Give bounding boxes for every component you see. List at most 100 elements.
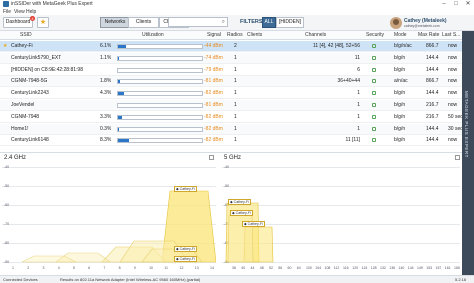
menu-bar: File View Help	[0, 8, 474, 15]
radios-cell: 1	[234, 113, 237, 120]
favorite-star-icon[interactable]: ★	[3, 41, 7, 51]
mode-cell: b/g/n	[394, 102, 406, 108]
ssid-cell: CenturyLink5790_EXT	[11, 54, 62, 61]
col-signal[interactable]: Signal	[207, 31, 221, 40]
utilization-text: 1.1%	[100, 54, 112, 61]
network-tag[interactable]: ◆ Cathey-Fi	[174, 256, 197, 262]
table-row[interactable]: CenturyLink5790_EXT 1.1% -74 dBm 1 11 b/g/n 14…	[0, 52, 462, 64]
col-utilization[interactable]: Utilization	[142, 31, 164, 40]
channels-cell: 11	[354, 54, 360, 61]
col-ssid[interactable]: SSID	[20, 31, 32, 40]
dashboard-label: Dashboard	[5, 19, 31, 25]
channel-graphs: 2.4 GHz 5 GHz -40 -50 -60 -70 -80 -90 1 2 3 4 5 6 7 8…	[0, 152, 462, 275]
last-seen-cell: now	[448, 54, 458, 61]
signal-cell: -79 dBm	[204, 66, 223, 73]
utilization-bar	[117, 114, 203, 120]
signal-cell: -82 dBm	[204, 125, 223, 132]
graph-24-ghz[interactable]: -40 -50 -60 -70 -80 -90 1 2 3 4 5 6 7 8 9 10 11 12 13 14 ◆ C…	[2, 163, 216, 274]
metageek-side-panel[interactable]: METAGEEK PLUS EXPERT	[462, 31, 474, 275]
table-row[interactable]: ★ Cathey-Fi 6.1% -44 dBm 2 11 [4], 42 [48], 5…	[0, 41, 462, 52]
signal-cell: -81 dBm	[204, 102, 223, 108]
utilization-text: 1.8%	[100, 78, 112, 85]
last-seen-cell: now	[448, 66, 458, 73]
utilization-fill	[118, 92, 124, 96]
last-seen-cell: now	[448, 78, 458, 85]
mode-cell: b/g/n	[394, 54, 406, 61]
channels-cell: 11 [4], 42 [48], 52+56	[312, 43, 360, 49]
utilization-bar	[117, 55, 203, 61]
ssid-cell: CenturyLink2243	[11, 90, 49, 97]
user-email: cathey@metaleek.com	[404, 24, 440, 28]
graph-5-options-icon[interactable]	[455, 155, 460, 160]
utilization-fill	[118, 115, 123, 119]
graph-24-options-icon[interactable]	[209, 155, 214, 160]
graph-5-svg	[225, 202, 274, 263]
table-row[interactable]: CenturyLink2243 4.3% -82 dBm 1 1 b/g/n 144.4 no…	[0, 88, 462, 100]
network-tag[interactable]: ◆ Cathey-Fi	[230, 210, 253, 216]
utilization-bar	[117, 103, 203, 108]
col-radios[interactable]: Radios	[227, 31, 243, 40]
mode-cell: b/g/n	[394, 90, 406, 97]
close-button[interactable]: ✕	[462, 0, 474, 8]
network-tag[interactable]: ◆ Cathey-Fi	[228, 199, 251, 205]
last-seen-cell: now	[448, 90, 458, 97]
table-row[interactable]: CGNM-7948-5G 1.8% -81 dBm 1 36+40+44 a/n/ac 86…	[0, 76, 462, 88]
status-connection: Connected Devices	[3, 277, 38, 282]
col-mode[interactable]: Mode	[394, 31, 407, 40]
filter-hidden-button[interactable]: [HIDDEN]	[276, 17, 304, 28]
dashboard-button[interactable]: Dashboard 4	[3, 16, 35, 28]
tab-clients-button[interactable]: Clients	[128, 17, 159, 28]
minimize-button[interactable]: –	[438, 0, 450, 8]
last-seen-cell: 50 sec	[448, 113, 463, 120]
radios-cell: 1	[234, 90, 237, 97]
utilization-bar	[117, 126, 203, 132]
ssid-cell: CGNM-7948	[11, 113, 40, 120]
utilization-bar	[117, 44, 203, 49]
channels-cell: 1	[357, 113, 360, 120]
table-header: SSID Utilization Signal Radios Clients C…	[0, 31, 462, 40]
search-input[interactable]: ⌕	[168, 17, 228, 27]
network-tag[interactable]: ◆ Cathey-Fi	[174, 186, 197, 192]
channels-cell: 36+40+44	[337, 78, 360, 85]
ssid-cell: CenturyLink6148	[11, 137, 49, 144]
mode-cell: b/g/n	[394, 66, 406, 73]
table-row[interactable]: JoeVendel -81 dBm 1 1 b/g/n 216.7 now	[0, 100, 462, 111]
col-channels[interactable]: Channels	[305, 31, 327, 40]
utilization-text: 4.3%	[100, 90, 112, 97]
mode-cell: b/g/n	[394, 137, 406, 144]
favorites-star-icon[interactable]: ★	[37, 17, 49, 28]
col-last-seen[interactable]: Last S...	[442, 31, 461, 40]
utilization-text: 6.1%	[100, 43, 112, 49]
status-version: 5.2.16	[455, 277, 467, 282]
networks-table: SSID Utilization Signal Radios Clients C…	[0, 31, 463, 151]
table-row[interactable]: CGNM-7948 3.3% -82 dBm 1 1 b/g/n 216.7 50 sec	[0, 112, 463, 123]
max-rate-cell: 144.4	[426, 54, 439, 61]
title-bar: inSSIDer with MetaGeek Plus Expert – □ ✕	[0, 0, 474, 8]
ssid-cell: [HIDDEN] on C8:9E:42:28:81:98	[11, 66, 83, 73]
col-clients[interactable]: Clients	[247, 31, 263, 40]
tab-networks[interactable]: Networks	[100, 17, 130, 28]
utilization-fill	[118, 80, 121, 84]
graph-5-ghz[interactable]: -40-50-60-70-80-903640444852566064100104…	[222, 163, 460, 274]
table-row[interactable]: [HIDDEN] on C8:9E:42:28:81:98 -79 dBm 1 6 b/…	[0, 65, 462, 76]
signal-cell: -82 dBm	[204, 137, 223, 144]
network-tag[interactable]: ◆ Cathey-Fi	[242, 221, 265, 227]
utilization-text: 3.3%	[100, 113, 112, 120]
user-profile[interactable]: Cathey (Metaleek) cathey@metaleek.com	[390, 15, 474, 31]
security-lock-icon	[372, 138, 376, 143]
maximize-button[interactable]: □	[450, 0, 462, 8]
col-max-rate[interactable]: Max Rate	[418, 31, 440, 40]
dashboard-badge: 4	[30, 16, 35, 21]
signal-cell: -82 dBm	[204, 90, 223, 97]
ssid-cell: Cathey-Fi	[11, 43, 33, 49]
graph-24-title: 2.4 GHz	[4, 155, 27, 161]
filter-all-button[interactable]: ALL	[262, 17, 276, 28]
app-icon	[3, 1, 9, 7]
table-row[interactable]: CenturyLink6148 8.3% -82 dBm 1 11 [11] b/g/n 1…	[0, 135, 462, 147]
col-security[interactable]: Security	[366, 31, 385, 40]
table-row[interactable]: Home1! 0.3% -82 dBm 1 1 b/g/n 144.4 30 sec	[0, 123, 463, 135]
channels-cell: 6	[357, 66, 360, 73]
network-tag[interactable]: ◆ Cathey-Fi	[174, 246, 197, 252]
channels-cell: 1	[357, 90, 360, 97]
utilization-text: 0.3%	[100, 125, 112, 132]
